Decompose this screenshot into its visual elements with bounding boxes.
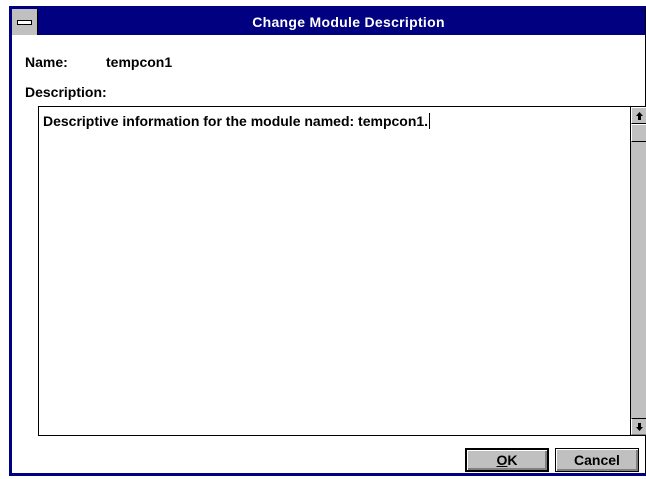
description-textarea[interactable]: Descriptive information for the module n… <box>38 106 646 436</box>
up-arrow-icon <box>636 111 643 120</box>
description-text-value: Descriptive information for the module n… <box>43 113 429 129</box>
dialog-title: Change Module Description <box>252 14 445 30</box>
cancel-button[interactable]: Cancel <box>555 448 639 472</box>
description-label: Description: <box>25 84 107 100</box>
scroll-up-button[interactable] <box>631 107 646 124</box>
change-module-description-dialog: Change Module Description Name: tempcon1… <box>9 6 646 476</box>
system-menu-icon[interactable] <box>12 9 38 35</box>
cancel-label: Cancel <box>574 452 620 468</box>
name-label: Name: <box>25 54 68 70</box>
text-caret <box>429 113 431 129</box>
scroll-down-button[interactable] <box>631 418 646 435</box>
system-menu-bar <box>17 19 32 25</box>
vertical-scrollbar[interactable] <box>630 107 646 435</box>
module-name-value: tempcon1 <box>106 54 173 70</box>
ok-mnemonic: O <box>496 452 508 468</box>
ok-label-rest: K <box>507 452 518 468</box>
title-bar[interactable]: Change Module Description <box>12 9 645 35</box>
description-text[interactable]: Descriptive information for the module n… <box>43 113 628 129</box>
down-arrow-icon <box>636 422 643 431</box>
scroll-thumb[interactable] <box>631 124 646 142</box>
ok-button[interactable]: OK <box>465 448 549 472</box>
